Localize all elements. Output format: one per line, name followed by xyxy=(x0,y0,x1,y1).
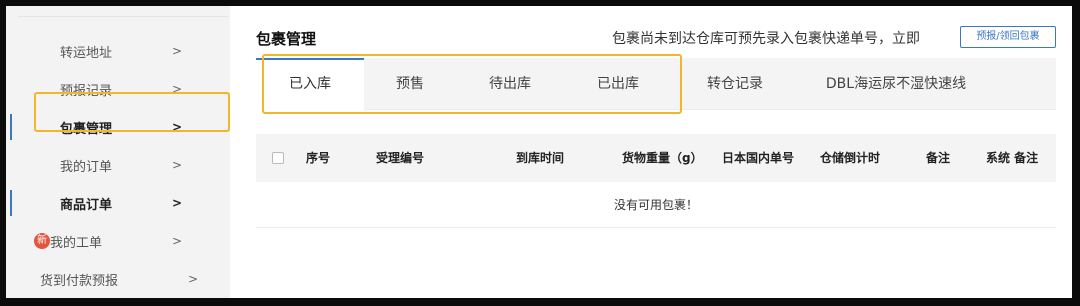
forecast-notice: 包裹尚未到达仓库可预先录入包裹快递单号，立即 xyxy=(612,31,920,47)
col-arrival-time: 到库时间 xyxy=(516,151,565,165)
forecast-package-button[interactable]: 预报/领回包裹 xyxy=(960,26,1056,48)
tab-dbl-diaper-line[interactable]: DBL海运尿不湿快速线 xyxy=(790,58,1002,110)
tab-transfer-records[interactable]: 转仓记录 xyxy=(680,58,790,110)
sidebar-item-label: 我的工单 xyxy=(50,235,103,251)
sidebar-item-my-tickets[interactable]: 新 我的工单 > xyxy=(6,222,230,260)
page-title: 包裹管理 xyxy=(256,30,317,48)
chevron-right-icon: > xyxy=(172,158,183,172)
table-header: 序号 受理编号 到库时间 货物重量（g） 日本国内单号 仓储倒计时 备注 系统 … xyxy=(256,134,1056,182)
sidebar-item-label: 我的订单 xyxy=(60,159,113,175)
col-storage-countdown: 仓储倒计时 xyxy=(820,151,881,165)
col-index: 序号 xyxy=(306,151,331,165)
select-all-checkbox[interactable] xyxy=(272,152,284,164)
sidebar-item-product-orders[interactable]: 商品订单 > xyxy=(6,184,230,222)
highlight-box xyxy=(34,92,230,132)
sidebar-item-label: 货到付款预报 xyxy=(40,273,119,289)
app-window: 转运地址 > 预报记录 > 包裹管理 > 我的订单 > 商品订单 > 新 我的工… xyxy=(0,0,1080,306)
col-accept-number: 受理编号 xyxy=(376,151,425,165)
active-indicator xyxy=(10,190,12,216)
chevron-right-icon: > xyxy=(172,234,183,248)
highlight-box xyxy=(262,54,682,114)
sidebar-item-cod-forecast[interactable]: 货到付款预报 > xyxy=(6,260,230,298)
col-weight: 货物重量（g） xyxy=(622,151,703,165)
sidebar-item-my-orders[interactable]: 我的订单 > xyxy=(6,146,230,184)
sidebar-item-transfer-address[interactable]: 转运地址 > xyxy=(6,32,230,70)
chevron-right-icon: > xyxy=(172,196,183,210)
new-badge: 新 xyxy=(34,233,50,249)
chevron-right-icon: > xyxy=(172,44,183,58)
sidebar-item-label: 转运地址 xyxy=(60,45,113,61)
sidebar-item-label: 商品订单 xyxy=(60,197,113,213)
main-content: 包裹管理 包裹尚未到达仓库可预先录入包裹快递单号，立即 预报/领回包裹 已入库 … xyxy=(230,6,1072,298)
active-indicator xyxy=(10,114,12,140)
chevron-right-icon: > xyxy=(188,272,199,286)
sidebar-divider xyxy=(18,16,228,17)
col-remark: 备注 xyxy=(926,151,951,165)
col-jp-tracking: 日本国内单号 xyxy=(722,151,795,165)
empty-state: 没有可用包裹！ xyxy=(256,182,1056,228)
sidebar: 转运地址 > 预报记录 > 包裹管理 > 我的订单 > 商品订单 > 新 我的工… xyxy=(6,6,230,298)
col-system-remark: 系统 备注 xyxy=(986,151,1039,165)
